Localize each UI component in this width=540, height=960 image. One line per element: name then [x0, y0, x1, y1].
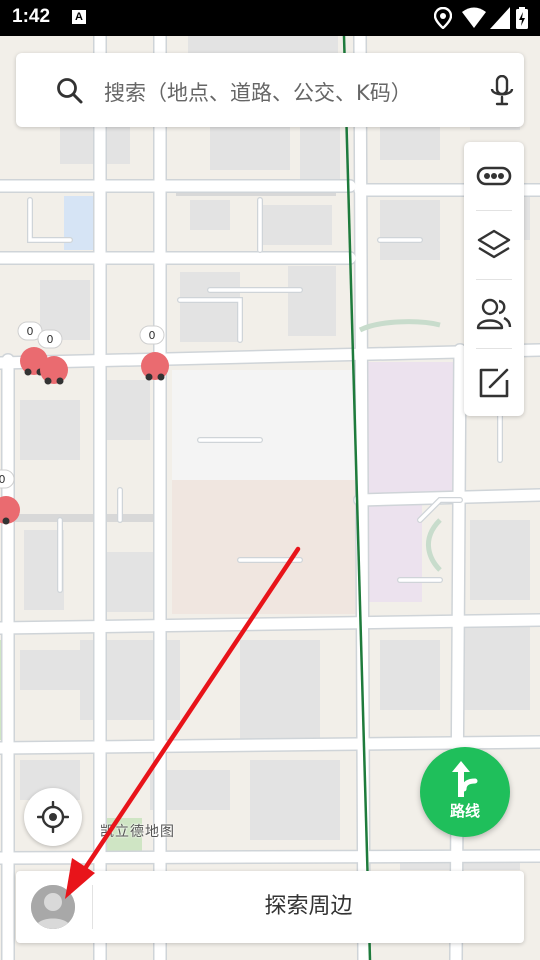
- layers-button[interactable]: [464, 211, 524, 279]
- marker-count: 0: [0, 473, 6, 486]
- route-arrow-icon: [452, 761, 478, 797]
- feedback-button[interactable]: [464, 349, 524, 417]
- route-button[interactable]: 路线: [420, 747, 510, 837]
- search-icon: [57, 78, 83, 104]
- user-avatar-icon: [31, 885, 75, 929]
- marker-count: 0: [149, 329, 156, 342]
- avatar[interactable]: [31, 885, 75, 929]
- status-time: 1:42: [12, 6, 51, 27]
- explore-nearby-button[interactable]: 探索周边: [93, 871, 524, 943]
- locate-icon: [37, 801, 69, 833]
- map-poi-label: 凯立德地图: [100, 824, 175, 840]
- search-bar[interactable]: 搜索（地点、道路、公交、K码）: [16, 53, 524, 127]
- notification-icon: A: [72, 10, 86, 24]
- explore-bar: 探索周边: [16, 871, 524, 943]
- team-icon: [476, 298, 512, 330]
- marker-count: 0: [27, 325, 34, 338]
- more-button[interactable]: [464, 142, 524, 210]
- location-icon: [434, 7, 452, 29]
- search-placeholder[interactable]: 搜索（地点、道路、公交、K码）: [104, 77, 412, 107]
- wifi-icon: [462, 7, 486, 28]
- battery-icon: [516, 7, 528, 29]
- more-icon: [476, 166, 512, 186]
- signal-icon: [490, 7, 510, 29]
- locate-button[interactable]: [24, 788, 82, 846]
- layers-icon: [477, 229, 511, 259]
- edit-icon: [479, 368, 509, 398]
- status-bar: 1:42 A: [0, 0, 540, 36]
- marker-count: 0: [47, 333, 54, 346]
- team-button[interactable]: [464, 280, 524, 348]
- microphone-icon[interactable]: [490, 75, 514, 107]
- map-tool-panel: [464, 142, 524, 416]
- route-label: 路线: [449, 802, 480, 820]
